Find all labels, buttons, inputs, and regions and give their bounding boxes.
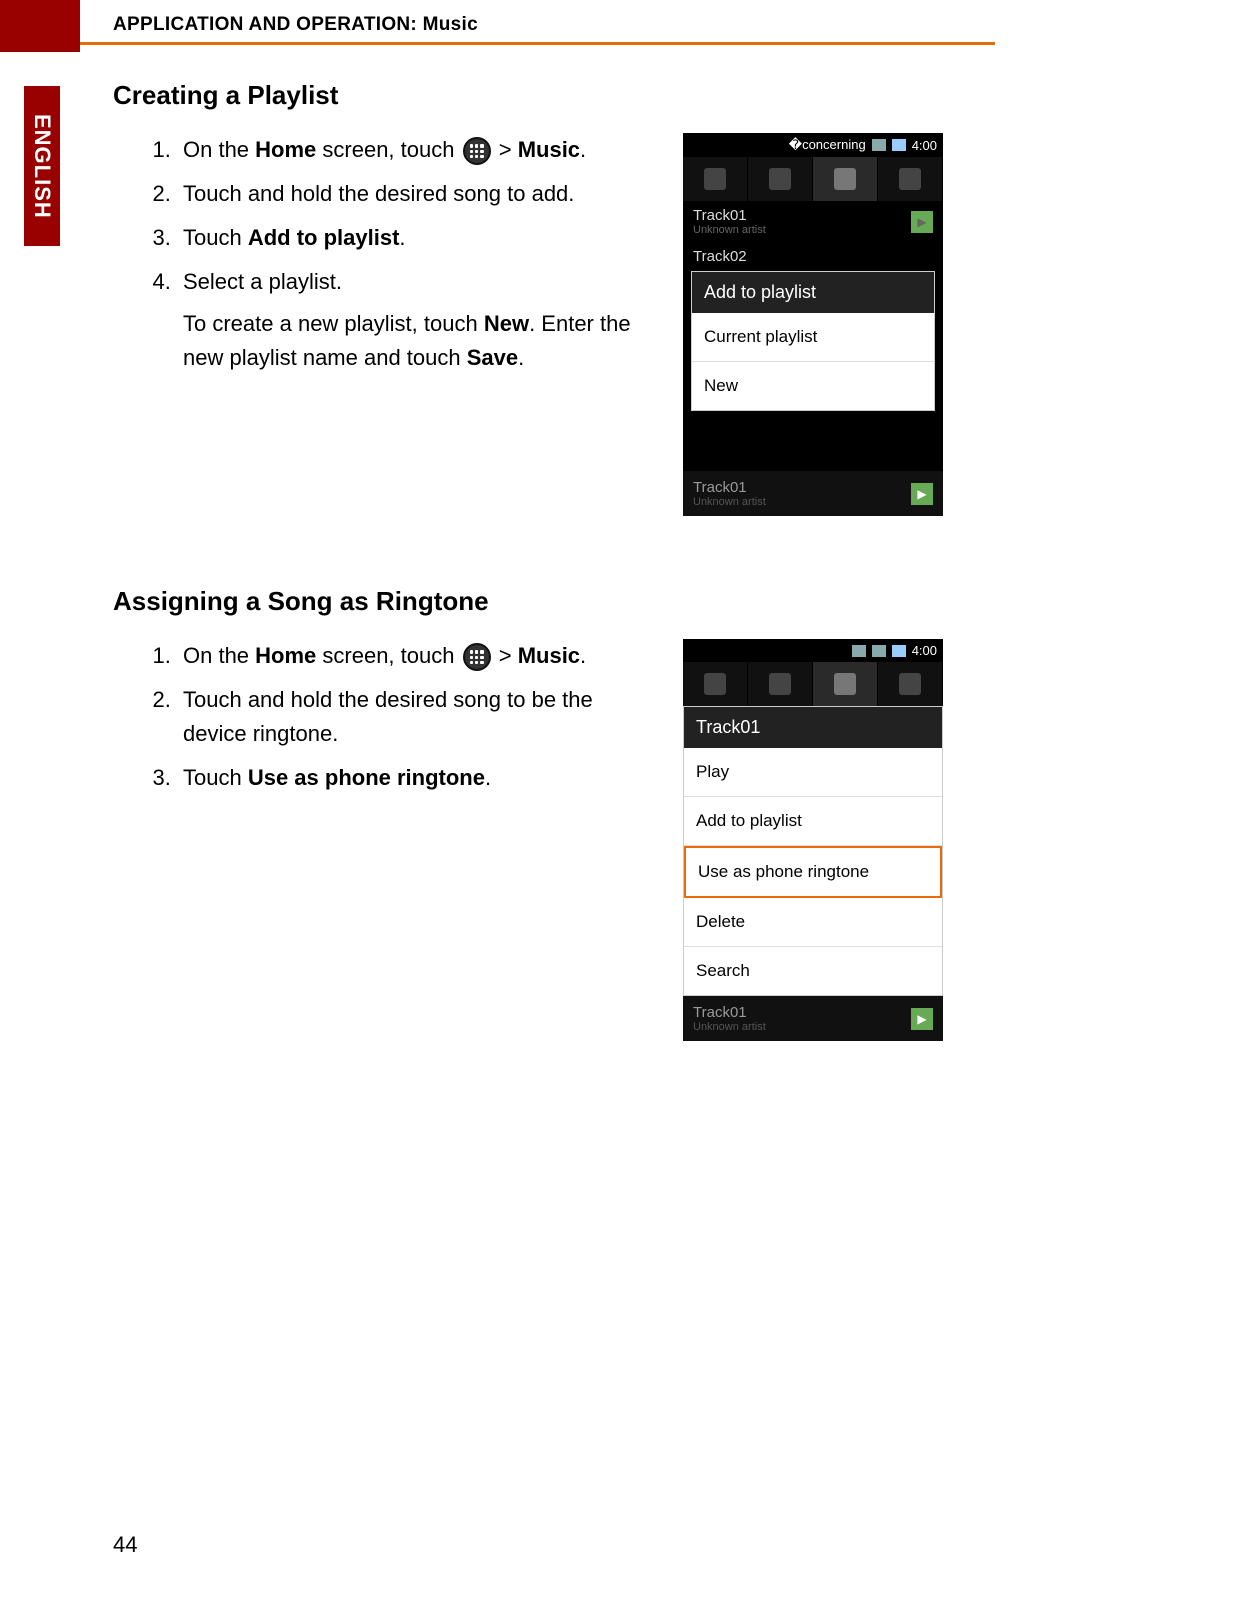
signal-icon [872,645,886,657]
tab-albums[interactable] [748,662,813,706]
popup-item-search[interactable]: Search [684,947,942,995]
wifi-icon: �concerning [789,137,866,153]
popup-title: Add to playlist [692,272,934,313]
page-number: 44 [113,1532,137,1558]
tab-albums[interactable] [748,157,813,201]
playlist-instructions: On the Home screen, touch > Music. Touch… [113,133,655,386]
music-tabs [683,157,943,201]
popup-item-add-to-playlist[interactable]: Add to playlist [684,797,942,846]
language-tab: ENGLISH [24,86,60,246]
music-tabs [683,662,943,706]
playlist-step-1: On the Home screen, touch > Music. [177,133,655,167]
playlist-step-2: Touch and hold the desired song to add. [177,177,655,211]
screenshot-use-as-ringtone: 4:00 Track01 Play Add to playlist Use as… [683,639,943,1041]
section-title-ringtone: Assigning a Song as Ringtone [113,586,943,617]
ringtone-step-1: On the Home screen, touch > Music. [177,639,655,673]
popup-item-new[interactable]: New [692,362,934,410]
popup-add-to-playlist: Add to playlist Current playlist New [691,271,935,411]
now-playing-bar[interactable]: Track01 Unknown artist ▶ [683,996,943,1041]
play-icon: ▶ [911,1008,933,1030]
apps-icon [463,137,491,165]
track-row-1[interactable]: Track01 Unknown artist ▶ [683,201,943,242]
tab-songs[interactable] [813,157,878,201]
battery-icon [892,645,906,657]
tab-artists[interactable] [683,662,748,706]
signal-icon [872,139,886,151]
apps-icon [463,643,491,671]
tab-songs[interactable] [813,662,878,706]
popup-song-context: Track01 Play Add to playlist Use as phon… [683,706,943,996]
section-creating-playlist: Creating a Playlist On the Home screen, … [113,80,943,516]
play-icon: ▶ [911,483,933,505]
now-playing-bar[interactable]: Track01 Unknown artist ▶ [683,471,943,516]
popup-item-play[interactable]: Play [684,748,942,797]
popup-item-delete[interactable]: Delete [684,898,942,947]
status-time: 4:00 [912,138,937,153]
wifi-icon [852,645,866,657]
popup-title: Track01 [684,707,942,748]
content-area: Creating a Playlist On the Home screen, … [113,80,943,1111]
tab-playlists[interactable] [878,157,943,201]
phone-statusbar: 4:00 [683,639,943,662]
ringtone-step-2: Touch and hold the desired song to be th… [177,683,655,751]
playlist-step-4: Select a playlist. To create a new playl… [177,265,655,375]
header-accent-block [0,0,80,52]
tab-artists[interactable] [683,157,748,201]
status-time: 4:00 [912,643,937,658]
ringtone-step-3: Touch Use as phone ringtone. [177,761,655,795]
screenshot-add-to-playlist: �concerning 4:00 Track01 Unknown artist [683,133,943,516]
battery-icon [892,139,906,151]
popup-item-use-as-ringtone[interactable]: Use as phone ringtone [684,846,942,898]
section-title-playlist: Creating a Playlist [113,80,943,111]
phone-statusbar: �concerning 4:00 [683,133,943,157]
section-assigning-ringtone: Assigning a Song as Ringtone On the Home… [113,586,943,1041]
track-row-2[interactable]: Track02 [683,242,943,271]
tab-playlists[interactable] [878,662,943,706]
ringtone-instructions: On the Home screen, touch > Music. Touch… [113,639,655,805]
playlist-step-3: Touch Add to playlist. [177,221,655,255]
play-icon: ▶ [911,211,933,233]
header-rule [80,42,995,45]
page-header: APPLICATION AND OPERATION: Music [113,14,478,36]
popup-item-current-playlist[interactable]: Current playlist [692,313,934,362]
